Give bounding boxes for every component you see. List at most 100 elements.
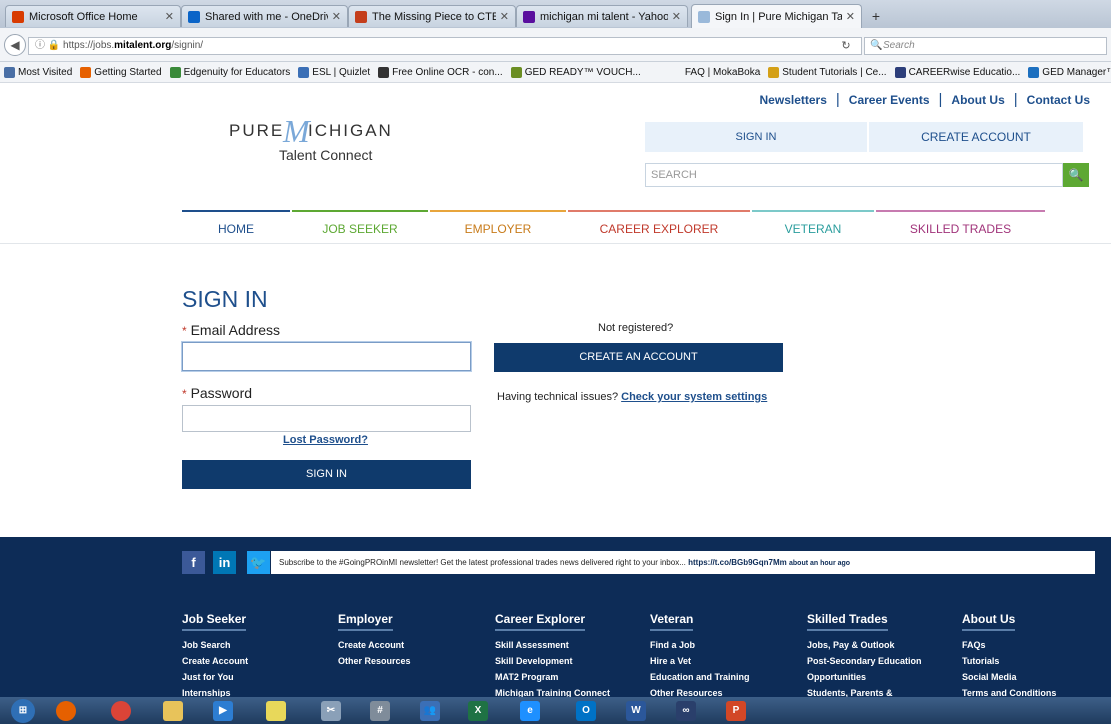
taskbar-item[interactable]: [103, 697, 139, 724]
linkedin-icon[interactable]: in: [213, 551, 236, 574]
site-logo[interactable]: PURE M ICHIGAN Talent Connect: [229, 113, 429, 173]
bookmark-label: Most Visited: [18, 66, 73, 78]
bookmark-item[interactable]: FAQ | MokaBoka: [667, 66, 764, 78]
career-events-link[interactable]: Career Events: [849, 93, 930, 107]
sign-in-button[interactable]: SIGN IN: [182, 460, 471, 489]
footer-column-title: Veteran: [650, 612, 694, 631]
taskbar-item[interactable]: X: [460, 697, 496, 724]
about-us-link[interactable]: About Us: [951, 93, 1004, 107]
footer-link[interactable]: Skill Development: [495, 656, 573, 666]
nav-career-explorer[interactable]: CAREER EXPLORER: [568, 210, 750, 244]
footer-link[interactable]: Skill Assessment: [495, 640, 569, 650]
header-create-account-tab[interactable]: CREATE ACCOUNT: [869, 122, 1083, 152]
taskbar-item[interactable]: #: [362, 697, 398, 724]
office-icon: [12, 10, 24, 23]
create-account-button[interactable]: CREATE AN ACCOUNT: [494, 343, 783, 372]
footer-link[interactable]: Job Search: [182, 640, 231, 650]
technical-issues-line: Having technical issues? Check your syst…: [497, 391, 767, 403]
bookmark-item[interactable]: Most Visited: [0, 66, 76, 78]
lock-icon: 🔒: [47, 40, 61, 51]
taskbar-item[interactable]: ∞: [668, 697, 704, 724]
close-tab-icon[interactable]: ✕: [846, 10, 855, 23]
taskbar-item[interactable]: [258, 697, 294, 724]
taskbar-item[interactable]: ✂: [313, 697, 349, 724]
footer-link[interactable]: Post-Secondary Education: [807, 656, 922, 666]
footer-link[interactable]: Tutorials: [962, 656, 999, 666]
browser-tab[interactable]: The Missing Piece to CTE Pro ✕: [348, 5, 516, 27]
taskbar-item[interactable]: ⊞: [5, 697, 41, 724]
lost-password-link[interactable]: Lost Password?: [283, 434, 368, 446]
footer-link[interactable]: Education and Training: [650, 672, 750, 682]
search-icon: 🔍: [870, 40, 883, 51]
back-button[interactable]: ◀: [4, 34, 26, 56]
taskbar-item[interactable]: e: [512, 697, 548, 724]
bookmark-label: GED Manager™: [1042, 66, 1111, 78]
bookmark-item[interactable]: GED READY™ VOUCH...: [507, 66, 645, 78]
footer-link[interactable]: Social Media: [962, 672, 1017, 682]
bookmark-label: Free Online OCR - con...: [392, 66, 503, 78]
footer-link[interactable]: Other Resources: [338, 656, 411, 666]
contact-us-link[interactable]: Contact Us: [1027, 93, 1090, 107]
nav-home[interactable]: HOME: [182, 210, 290, 244]
browser-search-input[interactable]: Search: [864, 37, 1107, 55]
tweet-text: Subscribe to the #GoingPROinMI newslette…: [279, 558, 686, 567]
footer-link[interactable]: Create Account: [182, 656, 248, 666]
site-top-links: Newsletters | Career Events | About Us |…: [760, 91, 1090, 108]
close-tab-icon[interactable]: ✕: [332, 10, 341, 23]
footer-link[interactable]: Jobs, Pay & Outlook: [807, 640, 895, 650]
tweet-link[interactable]: https://t.co/BGb9Gqn7Mm: [688, 558, 787, 567]
header-sign-in-tab[interactable]: SIGN IN: [645, 122, 867, 152]
reload-icon[interactable]: ↻: [836, 37, 856, 55]
footer-link[interactable]: MAT2 Program: [495, 672, 558, 682]
tab-label: The Missing Piece to CTE Pro: [372, 10, 496, 23]
browser-tab[interactable]: Shared with me - OneDrive ✕: [181, 5, 348, 27]
browser-tab[interactable]: michigan mi talent - Yahoo S ✕: [516, 5, 688, 27]
bookmark-item[interactable]: Student Tutorials | Ce...: [764, 66, 890, 78]
newsletters-link[interactable]: Newsletters: [760, 93, 827, 107]
footer-link[interactable]: Opportunities: [807, 672, 866, 682]
bookmark-item[interactable]: CAREERwise Educatio...: [891, 66, 1025, 78]
nav-veteran[interactable]: VETERAN: [752, 210, 874, 244]
bookmark-item[interactable]: GED Manager™: [1024, 66, 1111, 78]
bookmark-item[interactable]: Getting Started: [76, 66, 165, 78]
taskbar-item[interactable]: P: [718, 697, 754, 724]
footer-link[interactable]: Just for You: [182, 672, 234, 682]
site-search-button[interactable]: 🔍: [1063, 163, 1089, 187]
browser-tab[interactable]: Microsoft Office Home ✕: [5, 5, 181, 27]
url-bar[interactable]: ⓘ 🔒 https://jobs.mitalent.org/signin/: [28, 37, 862, 55]
taskbar-item[interactable]: [48, 697, 84, 724]
bookmark-item[interactable]: ESL | Quizlet: [294, 66, 374, 78]
facebook-icon[interactable]: f: [182, 551, 205, 574]
bookmark-item[interactable]: Edgenuity for Educators: [166, 66, 295, 78]
email-label-text: Email Address: [190, 322, 281, 338]
email-field[interactable]: [182, 342, 471, 371]
system-settings-link[interactable]: Check your system settings: [621, 391, 767, 403]
bookmark-item[interactable]: Free Online OCR - con...: [374, 66, 507, 78]
new-tab-button[interactable]: +: [866, 6, 886, 26]
nav-employer[interactable]: EMPLOYER: [430, 210, 566, 244]
taskbar-item[interactable]: [155, 697, 191, 724]
twitter-icon[interactable]: 🐦: [247, 551, 270, 574]
site-search-input[interactable]: SEARCH: [645, 163, 1063, 187]
info-icon: ⓘ: [35, 40, 45, 51]
calculator-icon: #: [370, 700, 390, 721]
taskbar-item[interactable]: 👥: [412, 697, 448, 724]
tab-label: Shared with me - OneDrive: [205, 10, 328, 23]
footer-link[interactable]: Create Account: [338, 640, 404, 650]
taskbar-item[interactable]: O: [568, 697, 604, 724]
footer-link[interactable]: FAQs: [962, 640, 986, 650]
word-icon: W: [626, 700, 646, 721]
nav-job-seeker[interactable]: JOB SEEKER: [292, 210, 428, 244]
taskbar-item[interactable]: W: [618, 697, 654, 724]
close-tab-icon[interactable]: ✕: [165, 10, 174, 23]
browser-tab[interactable]: Sign In | Pure Michigan Talen ✕: [691, 4, 862, 28]
password-field[interactable]: [182, 405, 471, 432]
file-explorer-icon: [163, 700, 183, 721]
close-tab-icon[interactable]: ✕: [500, 10, 509, 23]
taskbar-item[interactable]: ▶: [205, 697, 241, 724]
footer-link[interactable]: Hire a Vet: [650, 656, 691, 666]
email-label: * Email Address: [182, 322, 280, 338]
footer-link[interactable]: Find a Job: [650, 640, 695, 650]
close-tab-icon[interactable]: ✕: [672, 10, 681, 23]
nav-skilled-trades[interactable]: SKILLED TRADES: [876, 210, 1045, 244]
